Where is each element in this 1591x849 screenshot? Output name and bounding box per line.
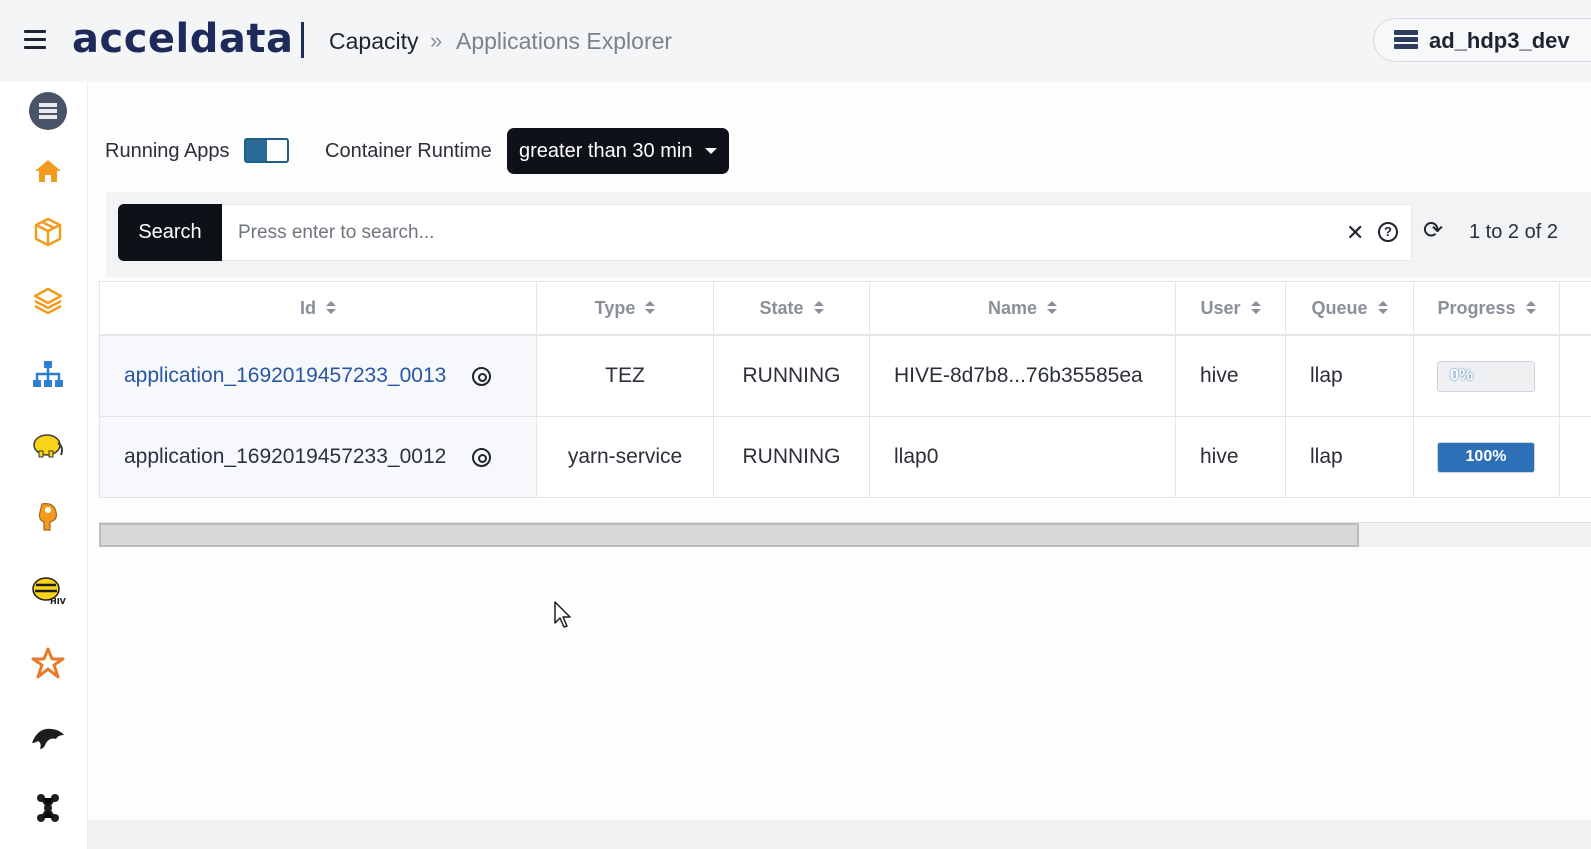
search-input[interactable]: Press enter to search... xyxy=(222,204,1412,261)
app-progress-cell: 0% xyxy=(1413,336,1559,416)
column-header-queue[interactable]: Queue xyxy=(1285,282,1413,334)
scrollbar-thumb[interactable] xyxy=(99,523,1359,547)
spark-star-icon[interactable] xyxy=(28,643,68,683)
column-header-state[interactable]: State xyxy=(713,282,869,334)
svg-text:HIVE: HIVE xyxy=(50,597,66,606)
app-id-cell: application_1692019457233_0013 xyxy=(99,336,536,416)
app-state: RUNNING xyxy=(713,336,869,416)
track-app-icon[interactable] xyxy=(472,367,491,386)
container-runtime-value: greater than 30 min xyxy=(519,140,693,162)
app-id-cell: application_1692019457233_0012 xyxy=(99,417,536,497)
column-header-id[interactable]: Id xyxy=(99,282,536,334)
horizontal-scrollbar[interactable] xyxy=(99,522,1591,547)
table-header: Id Type State Name User Queue Progress xyxy=(99,281,1591,336)
overflow-cell xyxy=(1559,417,1591,497)
app-name: HIVE-8d7b8...76b35585ea xyxy=(869,336,1175,416)
app-user: hive xyxy=(1175,417,1285,497)
package-icon[interactable] xyxy=(28,212,68,252)
sort-icon[interactable] xyxy=(813,301,824,315)
app-progress-cell: 100% xyxy=(1413,417,1559,497)
kafka-nodes-icon[interactable] xyxy=(28,788,68,828)
header-divider xyxy=(301,22,304,58)
running-apps-label: Running Apps xyxy=(105,140,230,162)
hadoop-elephant-icon[interactable] xyxy=(28,425,68,465)
toggle-knob xyxy=(246,140,267,161)
caret-down-icon xyxy=(705,148,717,154)
container-runtime-label: Container Runtime xyxy=(325,140,492,162)
hive-bee-icon[interactable]: HIVE xyxy=(28,570,68,610)
app-state: RUNNING xyxy=(713,417,869,497)
column-header-user[interactable]: User xyxy=(1175,282,1285,334)
app-queue: llap xyxy=(1285,417,1413,497)
column-header-overflow xyxy=(1559,282,1591,334)
hdfs-elephant-icon[interactable] xyxy=(28,497,68,537)
table-row[interactable]: application_1692019457233_0012 yarn-serv… xyxy=(99,417,1591,498)
progress-label: 0% xyxy=(1450,367,1474,384)
mysql-dolphin-icon[interactable] xyxy=(28,716,68,756)
progress-bar: 100% xyxy=(1437,441,1535,473)
mouse-cursor-icon xyxy=(554,601,571,628)
app-type: TEZ xyxy=(536,336,713,416)
top-header: acceldata Capacity » Applications Explor… xyxy=(0,0,1591,82)
sort-icon[interactable] xyxy=(1377,301,1388,315)
refresh-icon[interactable]: ⟳ xyxy=(1423,219,1443,243)
running-apps-toggle[interactable] xyxy=(244,138,289,163)
clear-search-icon[interactable]: ✕ xyxy=(1346,222,1364,244)
search-button[interactable]: Search xyxy=(118,204,222,261)
help-icon[interactable]: ? xyxy=(1378,222,1398,242)
sort-icon[interactable] xyxy=(1047,301,1058,315)
home-icon[interactable] xyxy=(28,151,68,191)
overflow-cell xyxy=(1559,336,1591,416)
cluster-server-icon[interactable] xyxy=(28,91,68,131)
server-icon xyxy=(1394,30,1418,50)
app-name: llap0 xyxy=(869,417,1175,497)
track-app-icon[interactable] xyxy=(472,448,491,467)
sort-icon[interactable] xyxy=(645,301,656,315)
applications-table: Id Type State Name User Queue Progress a… xyxy=(99,281,1591,498)
breadcrumb-capacity[interactable]: Capacity xyxy=(329,28,418,55)
breadcrumb-current-page: Applications Explorer xyxy=(456,28,673,54)
progress-bar: 0% xyxy=(1437,360,1535,392)
breadcrumb-separator: » xyxy=(430,28,443,53)
layers-icon[interactable] xyxy=(28,280,68,320)
sort-icon[interactable] xyxy=(1250,301,1261,315)
progress-label: 100% xyxy=(1465,448,1507,465)
search-placeholder: Press enter to search... xyxy=(238,222,435,243)
app-id-link[interactable]: application_1692019457233_0012 xyxy=(124,445,446,469)
column-header-type[interactable]: Type xyxy=(536,282,713,334)
hierarchy-icon[interactable] xyxy=(28,354,68,394)
cluster-name: ad_hdp3_dev xyxy=(1429,28,1570,53)
column-header-name[interactable]: Name xyxy=(869,282,1175,334)
sort-icon[interactable] xyxy=(326,301,336,315)
app-type: yarn-service xyxy=(536,417,713,497)
cluster-selector[interactable]: ad_hdp3_dev xyxy=(1373,18,1591,62)
acceldata-logo[interactable]: acceldata xyxy=(72,16,294,62)
app-id-link[interactable]: application_1692019457233_0013 xyxy=(124,364,446,388)
container-runtime-dropdown[interactable]: greater than 30 min xyxy=(507,128,729,174)
column-header-progress[interactable]: Progress xyxy=(1413,282,1559,334)
hamburger-menu-icon[interactable] xyxy=(24,30,46,50)
sidebar: HIVE xyxy=(0,82,88,849)
app-queue: llap xyxy=(1285,336,1413,416)
footer-strip xyxy=(88,820,1591,849)
pagination-summary: 1 to 2 of 2 xyxy=(1469,221,1558,243)
app-user: hive xyxy=(1175,336,1285,416)
sort-icon[interactable] xyxy=(1525,301,1536,315)
table-row[interactable]: application_1692019457233_0013 TEZ RUNNI… xyxy=(99,336,1591,417)
